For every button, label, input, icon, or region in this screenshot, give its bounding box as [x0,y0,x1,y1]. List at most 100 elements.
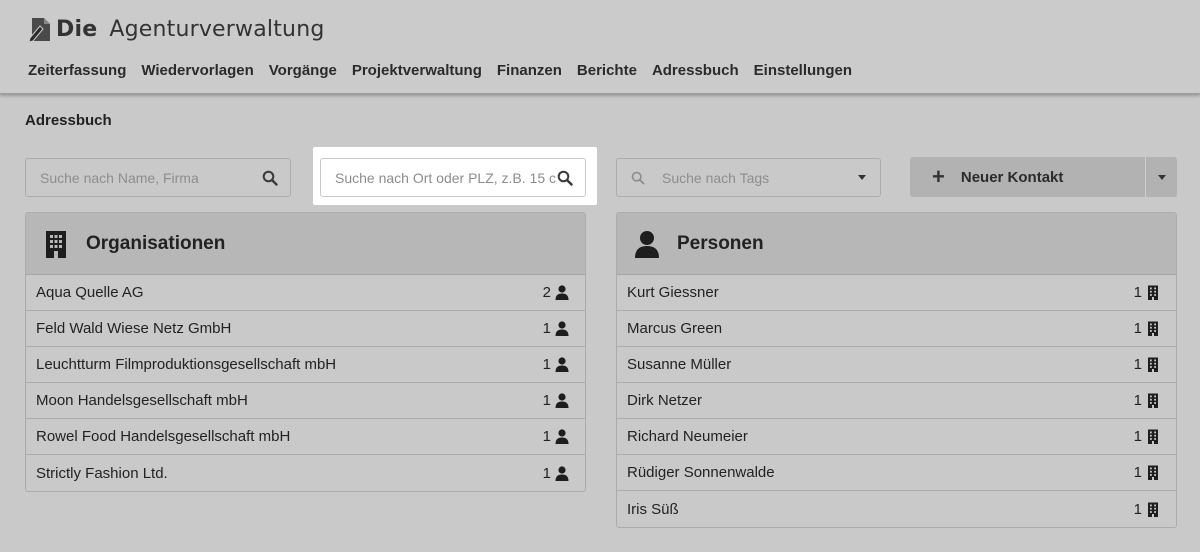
count-value: 1 [1133,500,1142,518]
search-name-input[interactable] [26,159,262,196]
nav-item-zeiterfassung[interactable]: Zeiterfassung [28,62,126,79]
person-row[interactable]: Richard Neumeier 1 [617,419,1176,455]
building-icon [1148,285,1158,300]
persons-list: Kurt Giessner 1 Marcus Green 1 Susanne Mülle… [617,275,1176,527]
page-title: Adressbuch [25,112,112,129]
person-row[interactable]: Iris Süß 1 [617,491,1176,527]
building-icon [46,230,66,258]
person-row[interactable]: Dirk Netzer 1 [617,383,1176,419]
new-contact-button[interactable]: + Neuer Kontakt [910,157,1145,197]
search-icon[interactable] [557,170,573,186]
count-value: 1 [542,356,551,373]
building-icon [1148,357,1158,372]
person-icon [555,285,569,300]
organisation-row[interactable]: Rowel Food Handelsgesellschaft mbH 1 [26,419,585,455]
chevron-down-icon[interactable] [858,175,866,180]
plus-icon: + [932,164,945,189]
nav-item-vorgänge[interactable]: Vorgänge [269,62,337,79]
person-row-name: Iris Süß [627,500,679,518]
search-name-field[interactable] [25,158,291,197]
person-row[interactable]: Marcus Green 1 [617,311,1176,347]
building-icon [1148,502,1158,517]
organisation-row[interactable]: Leuchtturm Filmproduktionsgesellschaft m… [26,347,585,383]
person-row-name: Rüdiger Sonnenwalde [627,464,775,481]
new-contact-button-group: + Neuer Kontakt [910,157,1177,197]
organisations-list: Aqua Quelle AG 2 Feld Wald Wiese Netz GmbH… [26,275,585,491]
organisation-row-name: Aqua Quelle AG [36,284,144,301]
count-value: 1 [1133,284,1142,301]
organisation-row-count: 1 [543,356,569,373]
search-location-input[interactable] [321,159,557,196]
chevron-down-icon [1157,174,1166,180]
search-icon[interactable] [262,170,278,186]
search-tags-input[interactable] [645,159,858,196]
person-row-count: 1 [1134,501,1160,518]
person-icon [555,393,569,408]
person-icon [555,429,569,444]
organisation-row[interactable]: Moon Handelsgesellschaft mbH 1 [26,383,585,419]
person-icon [555,321,569,336]
person-row[interactable]: Susanne Müller 1 [617,347,1176,383]
person-row[interactable]: Rüdiger Sonnenwalde 1 [617,455,1176,491]
count-value: 1 [1133,320,1142,337]
nav-item-berichte[interactable]: Berichte [577,62,637,79]
nav-item-einstellungen[interactable]: Einstellungen [754,62,852,79]
organisation-row[interactable]: Aqua Quelle AG 2 [26,275,585,311]
organisation-row-count: 2 [543,284,569,301]
organisations-panel-header: Organisationen [26,213,585,275]
person-icon [555,465,569,481]
organisations-title: Organisationen [86,232,226,254]
organisation-row[interactable]: Feld Wald Wiese Netz GmbH 1 [26,311,585,347]
count-value: 1 [1133,464,1142,481]
app-header: Die Agenturverwaltung Zeiterfassung Wieder… [0,0,1200,94]
count-value: 1 [1133,356,1142,373]
app-logo[interactable]: Die Agenturverwaltung [28,12,325,46]
search-tags-select[interactable] [616,158,881,197]
person-row-name: Kurt Giessner [627,284,719,301]
pen-document-icon [28,18,50,43]
person-row-count: 1 [1134,392,1160,409]
search-icon [631,171,645,185]
nav-item-wiedervorlagen[interactable]: Wiedervorlagen [141,62,253,79]
count-value: 1 [542,320,551,337]
new-contact-dropdown-toggle[interactable] [1145,157,1177,197]
person-row-count: 1 [1134,428,1160,445]
nav-item-finanzen[interactable]: Finanzen [497,62,562,79]
organisation-row-count: 1 [543,428,569,445]
person-row[interactable]: Kurt Giessner 1 [617,275,1176,311]
persons-panel-header: Personen [617,213,1176,275]
count-value: 1 [1133,428,1142,445]
count-value: 1 [542,464,551,482]
person-row-count: 1 [1134,320,1160,337]
main-nav: Zeiterfassung Wiedervorlagen Vorgänge Proje… [28,62,852,79]
persons-title: Personen [677,232,764,254]
organisations-panel: Organisationen Aqua Quelle AG 2 Feld Wald … [25,212,586,492]
person-icon [635,230,659,258]
new-contact-label: Neuer Kontakt [960,168,1064,186]
count-value: 1 [542,428,551,445]
organisation-row-name: Rowel Food Handelsgesellschaft mbH [36,428,291,445]
nav-item-projektverwaltung[interactable]: Projektverwaltung [352,62,482,79]
organisation-row[interactable]: Strictly Fashion Ltd. 1 [26,455,585,491]
person-row-count: 1 [1134,464,1160,481]
person-row-count: 1 [1134,356,1160,373]
nav-item-adressbuch[interactable]: Adressbuch [652,62,739,79]
building-icon [1148,465,1158,480]
person-row-name: Susanne Müller [627,356,732,373]
search-location-field[interactable] [320,158,586,197]
organisation-row-name: Strictly Fashion Ltd. [36,464,168,482]
organisation-row-count: 1 [543,320,569,337]
organisation-row-name: Moon Handelsgesellschaft mbH [36,392,248,409]
count-value: 1 [1133,392,1142,409]
building-icon [1148,393,1158,408]
organisation-row-count: 1 [543,465,569,482]
organisation-row-count: 1 [543,392,569,409]
person-icon [555,357,569,372]
count-value: 2 [542,284,551,301]
building-icon [1148,321,1158,336]
building-icon [1148,429,1158,444]
count-value: 1 [542,392,551,409]
organisation-row-name: Feld Wald Wiese Netz GmbH [36,320,232,337]
person-row-name: Marcus Green [627,320,723,337]
persons-panel: Personen Kurt Giessner 1 Marcus Green 1 Susa… [616,212,1177,528]
